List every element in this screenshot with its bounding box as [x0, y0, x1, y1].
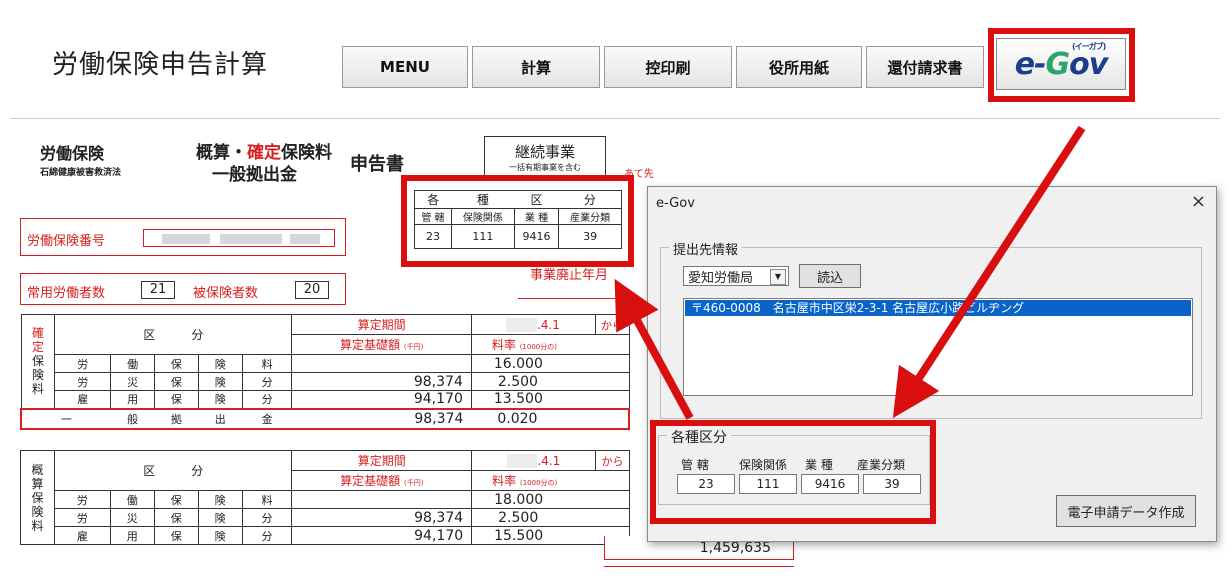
arrow-to-kubun	[614, 278, 694, 420]
annotation-arrows	[614, 125, 1086, 420]
arrow-to-dialog	[892, 125, 1086, 419]
